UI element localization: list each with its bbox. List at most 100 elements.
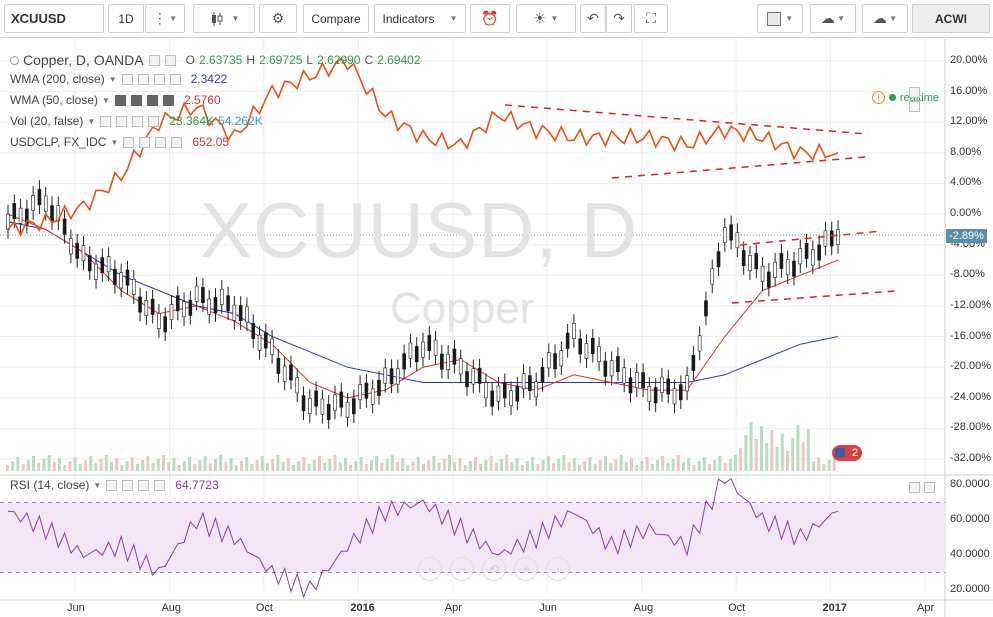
gear-icon[interactable] bbox=[122, 479, 134, 491]
add-icon[interactable] bbox=[146, 94, 158, 106]
scroll-left-icon[interactable]: ‹ bbox=[418, 557, 442, 581]
add-icon[interactable] bbox=[155, 136, 167, 148]
realtime-indicator: ! realtime bbox=[871, 91, 939, 104]
load-cloud-button[interactable]: ☁ ▼ bbox=[810, 4, 856, 33]
alert-button[interactable]: ⏰ bbox=[470, 4, 510, 33]
fullscreen-button[interactable]: ⛶ bbox=[634, 4, 668, 33]
chevron-down-icon[interactable]: ▼ bbox=[93, 481, 101, 490]
account-button[interactable]: ACWI bbox=[912, 4, 990, 33]
close-icon[interactable] bbox=[162, 94, 174, 106]
candle bbox=[829, 230, 834, 247]
candle bbox=[679, 384, 683, 401]
close-icon[interactable] bbox=[169, 73, 181, 85]
candle bbox=[433, 339, 438, 356]
close-icon[interactable] bbox=[171, 136, 183, 148]
chevron-down-icon: ▼ bbox=[834, 14, 846, 23]
candle bbox=[364, 382, 369, 399]
symbol-search-button[interactable]: XCUUSD bbox=[4, 4, 104, 33]
arrow-up-icon[interactable] bbox=[909, 87, 920, 98]
close-pane-icon[interactable] bbox=[924, 482, 935, 493]
candle bbox=[87, 255, 92, 272]
volume-bar bbox=[333, 455, 337, 471]
info-icon[interactable]: ! bbox=[871, 91, 885, 104]
time-tick-label: Apr bbox=[917, 602, 935, 614]
eye-icon[interactable] bbox=[114, 94, 126, 106]
navigation-bar: ‹ − ⟲ + › bbox=[418, 557, 570, 581]
gear-icon[interactable] bbox=[130, 94, 142, 106]
chart-area[interactable]: XCUUSD, D Copper Copper, D, OANDA O 2.637… bbox=[0, 39, 993, 617]
candle bbox=[716, 251, 721, 268]
candle bbox=[402, 353, 406, 370]
volume-bar bbox=[385, 459, 389, 471]
interval-button[interactable]: 1D bbox=[108, 4, 144, 33]
compare-button[interactable]: Compare bbox=[303, 4, 369, 33]
volume-bar bbox=[801, 442, 805, 471]
candle bbox=[289, 364, 293, 381]
rsi-tick-label: 40.0000 bbox=[950, 548, 990, 560]
volume-bar bbox=[370, 460, 373, 471]
eye-icon[interactable] bbox=[106, 479, 118, 491]
legend-study-wma50: WMA (50, close) ▼ 2.5760 bbox=[10, 93, 221, 107]
reset-icon[interactable]: ⟲ bbox=[482, 557, 506, 581]
chevron-down-icon[interactable]: ▼ bbox=[110, 138, 118, 147]
candle bbox=[144, 299, 149, 316]
volume-bar bbox=[661, 456, 665, 471]
volume-bar bbox=[94, 463, 98, 471]
scroll-right-icon[interactable]: › bbox=[546, 557, 570, 581]
price-tick-label: -20.00% bbox=[950, 360, 991, 373]
volume-bar bbox=[146, 456, 150, 471]
redo-button[interactable]: ↷ bbox=[606, 4, 632, 33]
candle bbox=[339, 391, 344, 408]
candle bbox=[188, 299, 193, 316]
save-cloud-button[interactable]: ☁ ▼ bbox=[862, 4, 908, 33]
arrow-down-icon[interactable] bbox=[909, 101, 920, 112]
add-icon[interactable] bbox=[153, 73, 165, 85]
more-intervals-button[interactable]: ⋮ ▼ bbox=[145, 4, 185, 33]
maximize-icon[interactable] bbox=[909, 482, 920, 493]
gear-icon[interactable] bbox=[116, 115, 128, 127]
zoom-out-icon[interactable]: − bbox=[450, 557, 474, 581]
volume-bar bbox=[567, 462, 571, 471]
candle bbox=[811, 249, 815, 266]
chevron-down-icon[interactable]: ▼ bbox=[109, 75, 117, 84]
close-icon[interactable] bbox=[154, 479, 166, 491]
volume-bar bbox=[427, 460, 431, 471]
volume-bar bbox=[208, 463, 212, 471]
volume-bar bbox=[188, 457, 191, 471]
eye-icon[interactable] bbox=[148, 54, 160, 66]
settings-button[interactable]: ⚙ bbox=[259, 4, 297, 33]
add-icon[interactable] bbox=[132, 115, 144, 127]
indicators-button[interactable]: Indicators ▼ bbox=[374, 4, 466, 33]
eye-icon[interactable] bbox=[100, 115, 112, 127]
idea-button[interactable]: ☀ ▼ bbox=[516, 4, 576, 33]
legend-main: Copper, D, OANDA O 2.63735 H 2.69725 L 2.62… bbox=[10, 52, 421, 68]
volume-bar bbox=[323, 463, 327, 471]
volume-bar bbox=[167, 462, 171, 471]
gear-icon[interactable] bbox=[164, 54, 176, 66]
volume-bar bbox=[708, 464, 711, 471]
chevron-down-icon[interactable]: ▼ bbox=[87, 117, 95, 126]
chevron-down-icon: ▼ bbox=[449, 14, 458, 23]
volume-bar bbox=[749, 422, 753, 471]
candle bbox=[823, 230, 828, 247]
price-tick-label: -32.00% bbox=[950, 452, 991, 464]
alarm-clock-icon: ⏰ bbox=[481, 10, 499, 26]
volume-bar bbox=[744, 435, 748, 471]
close-icon[interactable] bbox=[148, 115, 160, 127]
volume-bar bbox=[578, 465, 581, 471]
eye-icon[interactable] bbox=[123, 136, 135, 148]
candle bbox=[634, 372, 639, 389]
eye-icon[interactable] bbox=[121, 73, 133, 85]
volume-bar bbox=[292, 465, 295, 471]
gear-icon[interactable] bbox=[137, 73, 149, 85]
layout-button[interactable]: ▼ bbox=[757, 4, 803, 33]
gear-icon[interactable] bbox=[139, 136, 151, 148]
zoom-in-icon[interactable]: + bbox=[514, 557, 538, 581]
chevron-down-icon[interactable]: ▼ bbox=[102, 96, 110, 105]
undo-button[interactable]: ↶ bbox=[580, 4, 606, 33]
chart-type-button[interactable]: ▼ bbox=[193, 4, 255, 33]
event-badge[interactable]: 2 bbox=[832, 445, 862, 461]
volume-bar bbox=[583, 461, 587, 471]
add-icon[interactable] bbox=[138, 479, 150, 491]
study-name: WMA (200, close) bbox=[10, 72, 105, 86]
